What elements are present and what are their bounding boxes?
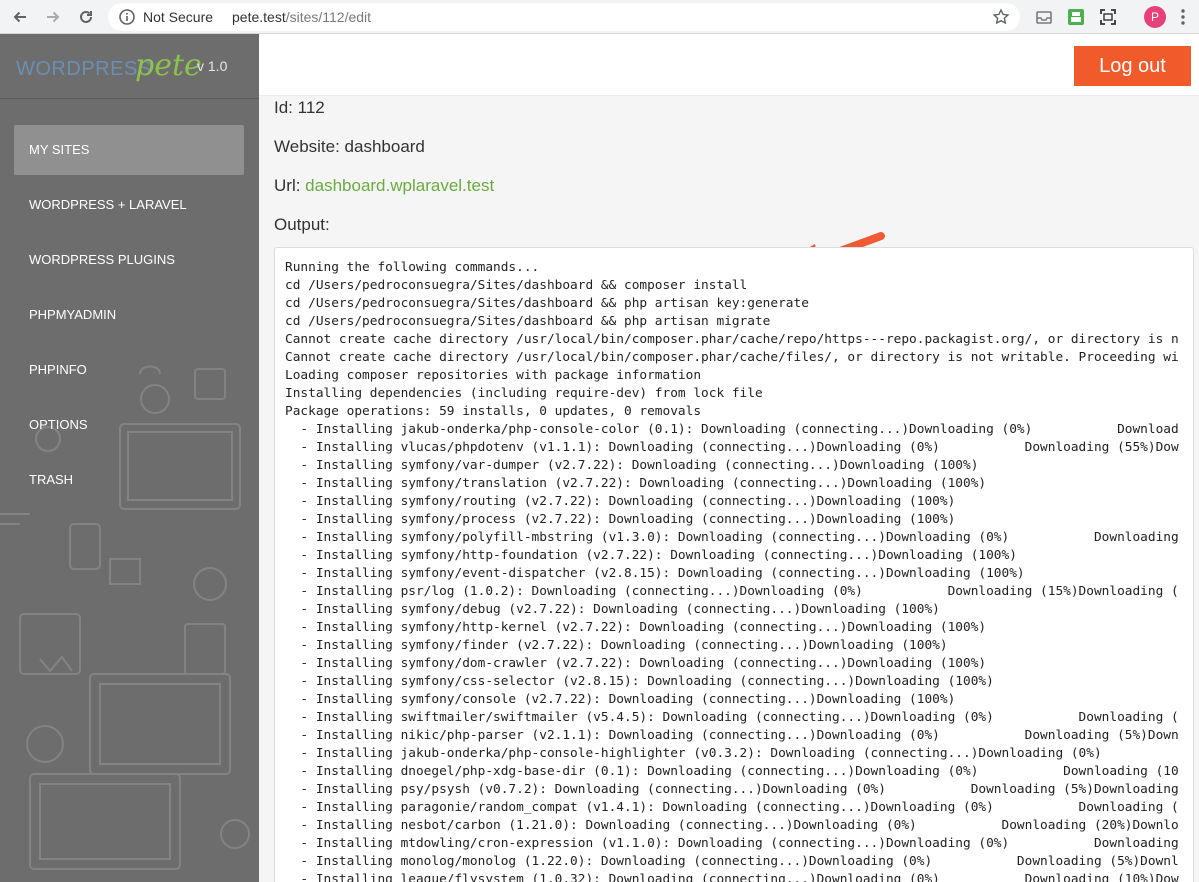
output-line: - Installing mtdowling/cron-expression (… <box>300 836 1179 851</box>
output-line: cd /Users/pedroconsuegra/Sites/dashboard… <box>285 296 809 311</box>
output-line: - Installing symfony/http-foundation (v2… <box>300 548 1017 563</box>
site-url-row: Url: dashboard.wplaravel.test <box>274 176 494 196</box>
site-url-label: Url: <box>274 176 306 195</box>
output-label: Output: <box>274 215 330 234</box>
brand-wordpress: WORDPRESS <box>16 58 152 80</box>
output-line: - Installing symfony/var-dumper (v2.7.22… <box>300 458 979 473</box>
sidebar-item-phpmyadmin[interactable]: PHPMYADMIN <box>14 290 244 340</box>
url-text[interactable]: pete.test/sites/112/edit <box>232 9 371 25</box>
output-line: - Installing league/flysystem (1.0.32): … <box>300 872 1179 882</box>
output-line: Cannot create cache directory /usr/local… <box>285 332 1179 347</box>
site-website: Website: dashboard <box>274 137 425 156</box>
sidebar-item-trash[interactable]: TRASH <box>14 455 244 505</box>
brand-version: v 1.0 <box>197 58 228 74</box>
back-icon[interactable] <box>9 6 31 28</box>
brand-logo[interactable]: WORDPRESS pete v 1.0 <box>0 34 259 99</box>
sidebar-item-wordpress-laravel[interactable]: WORDPRESS + LARAVEL <box>14 180 244 230</box>
site-detail-panel: Id: 112 Website: dashboard Url: dashboar… <box>259 96 1199 882</box>
forward-icon[interactable] <box>42 6 64 28</box>
output-line: - Installing swiftmailer/swiftmailer (v5… <box>300 710 1179 725</box>
output-line: - Installing symfony/translation (v2.7.2… <box>300 476 987 491</box>
reload-icon[interactable] <box>75 6 97 28</box>
output-line: - Installing symfony/process (v2.7.22): … <box>300 512 956 527</box>
output-line: - Installing nikic/php-parser (v2.1.1): … <box>300 728 1179 743</box>
output-line: - Installing symfony/http-kernel (v2.7.2… <box>300 620 987 635</box>
output-line: - Installing symfony/polyfill-mbstring (… <box>300 530 1179 545</box>
profile-avatar[interactable]: P <box>1144 6 1166 28</box>
sidebar-item-my-sites[interactable]: MY SITES <box>14 125 244 175</box>
output-line: Running the following commands... <box>285 260 540 275</box>
output-line: cd /Users/pedroconsuegra/Sites/dashboard… <box>285 278 748 293</box>
site-url-link[interactable]: dashboard.wplaravel.test <box>305 176 494 195</box>
output-line: - Installing paragonie/random_compat (v1… <box>300 800 1179 815</box>
output-line: Cannot create cache directory /usr/local… <box>285 350 1179 365</box>
print-extension-icon[interactable] <box>1066 7 1086 27</box>
output-line: cd /Users/pedroconsuegra/Sites/dashboard… <box>285 314 771 329</box>
url-path: /sites/112/edit <box>285 9 372 25</box>
command-output[interactable]: Running the following commands... cd /Us… <box>274 247 1194 882</box>
output-line: - Installing nesbot/carbon (1.21.0): Dow… <box>300 818 1179 833</box>
top-bar: Log out <box>259 34 1199 96</box>
sidebar-item-wordpress-plugins[interactable]: WORDPRESS PLUGINS <box>14 235 244 285</box>
browser-toolbar: Not Secure pete.test/sites/112/edit P <box>0 0 1199 34</box>
url-host: pete.test <box>232 9 286 25</box>
output-line: - Installing symfony/finder (v2.7.22): D… <box>300 638 948 653</box>
output-line: - Installing symfony/css-selector (v2.8.… <box>300 674 994 689</box>
output-line: Loading composer repositories with packa… <box>285 368 702 383</box>
site-id: Id: 112 <box>274 98 325 117</box>
output-line: - Installing symfony/routing (v2.7.22): … <box>300 494 956 509</box>
output-line: - Installing monolog/monolog (1.22.0): D… <box>300 854 1179 869</box>
output-line: - Installing psy/psysh (v0.7.2): Downloa… <box>300 782 1179 797</box>
brand-pete: pete <box>135 48 202 83</box>
sidebar-item-options[interactable]: OPTIONS <box>14 400 244 450</box>
output-line: - Installing jakub-onderka/php-console-h… <box>300 746 1102 761</box>
bookmark-star-icon[interactable] <box>992 8 1010 26</box>
output-line: - Installing symfony/console (v2.7.22): … <box>300 692 956 707</box>
output-line: - Installing jakub-onderka/php-console-c… <box>300 422 1179 437</box>
output-line: - Installing symfony/event-dispatcher (v… <box>300 566 1025 581</box>
output-line: Installing dependencies (including requi… <box>285 386 763 401</box>
output-line: - Installing dnoegel/php-xdg-base-dir (0… <box>300 764 1179 779</box>
sidebar: WORDPRESS pete v 1.0 MY SITES WORDPRESS … <box>0 34 259 882</box>
logout-button[interactable]: Log out <box>1074 46 1191 86</box>
security-label: Not Secure <box>143 9 214 25</box>
command-output-text: Running the following commands... cd /Us… <box>285 259 1179 882</box>
inbox-extension-icon[interactable] <box>1034 7 1054 27</box>
output-line: - Installing symfony/debug (v2.7.22): Do… <box>300 602 940 617</box>
output-line: Package operations: 59 installs, 0 updat… <box>285 404 702 419</box>
output-line: - Installing vlucas/phpdotenv (v1.1.1): … <box>300 440 1179 455</box>
output-line: - Installing symfony/dom-crawler (v2.7.2… <box>300 656 987 671</box>
address-bar[interactable]: Not Secure pete.test/sites/112/edit <box>108 3 1020 31</box>
browser-menu-icon[interactable] <box>1180 8 1186 26</box>
sidebar-item-phpinfo[interactable]: PHPINFO <box>14 345 244 395</box>
screenshot-extension-icon[interactable] <box>1098 7 1118 27</box>
info-icon[interactable] <box>118 8 136 26</box>
output-line: - Installing psr/log (1.0.2): Downloadin… <box>300 584 1179 599</box>
